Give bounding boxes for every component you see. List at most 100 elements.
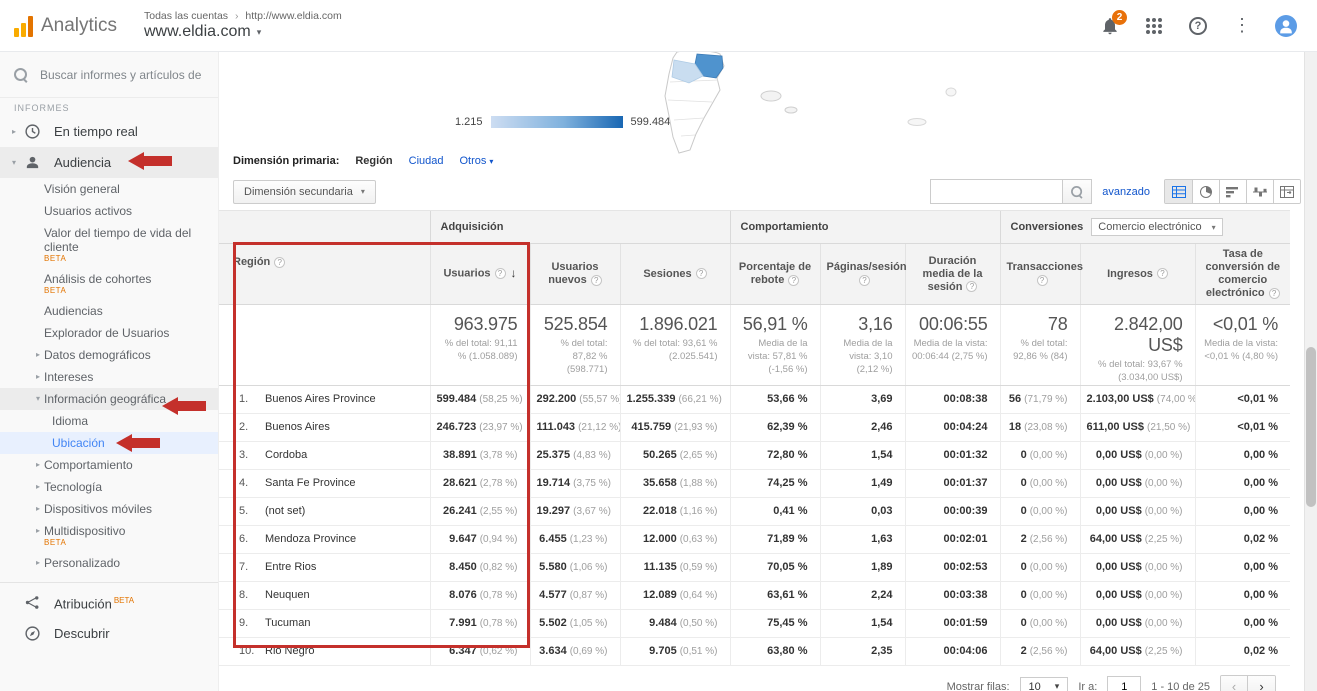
sidebar-item-atribucion[interactable]: AtribuciónBETA [0, 587, 218, 618]
region-link[interactable]: Tucuman [265, 617, 310, 629]
sidebar-item-explorador-usuarios[interactable]: Explorador de Usuarios [0, 322, 218, 344]
notifications-bell-icon[interactable]: 2 [1099, 15, 1121, 37]
help-icon[interactable]: ? [495, 268, 506, 279]
secondary-dimension-button[interactable]: Dimensión secundaria ▾ [233, 180, 376, 204]
column-header-porcentaje-rebote[interactable]: Porcentaje de rebote? [730, 244, 820, 305]
goto-page-input[interactable] [1107, 676, 1141, 691]
region-cell: 9.Tucuman [219, 609, 430, 637]
scrollbar-thumb[interactable] [1306, 347, 1316, 507]
column-header-duracion-media[interactable]: Duración media de la sesión? [905, 244, 1000, 305]
next-page-button[interactable]: › [1248, 676, 1275, 691]
sidebar-item-comportamiento[interactable]: ▸ Comportamiento [0, 454, 218, 476]
duracion-cell: 00:01:37 [905, 469, 1000, 497]
sidebar-item-audiencias[interactable]: Audiencias [0, 300, 218, 322]
help-icon[interactable]: ? [859, 275, 870, 286]
sidebar-search[interactable]: Buscar informes y artículos de [0, 52, 218, 98]
row-rank: 2. [239, 421, 265, 433]
metric-group-header-row: Adquisición Comportamiento Conversiones … [219, 211, 1290, 244]
sidebar-item-dispositivos-moviles[interactable]: ▸ Dispositivos móviles [0, 498, 218, 520]
apps-grid-icon[interactable] [1143, 15, 1165, 37]
help-icon[interactable]: ? [591, 275, 602, 286]
performance-view-icon[interactable] [1219, 180, 1246, 203]
report-search-button[interactable] [1062, 179, 1092, 204]
column-header-paginas-sesion[interactable]: Páginas/sesión? [820, 244, 905, 305]
region-link[interactable]: Santa Fe Province [265, 477, 356, 489]
sidebar-item-informacion-geografica[interactable]: ▾ Información geográfica [0, 388, 218, 410]
pivot-view-icon[interactable] [1273, 180, 1300, 203]
column-header-tasa-conversion[interactable]: Tasa de conversión de comercio electróni… [1195, 244, 1290, 305]
help-icon[interactable]: ? [1187, 15, 1209, 37]
region-link[interactable]: Buenos Aires Province [265, 393, 376, 405]
report-search-input[interactable] [930, 179, 1062, 204]
table-row: 1.Buenos Aires Province 599.484(58,25 %)… [219, 385, 1290, 413]
help-icon[interactable]: ? [1157, 268, 1168, 279]
breadcrumb-property[interactable]: http://www.eldia.com [245, 10, 341, 22]
rebote-cell: 63,80 % [730, 637, 820, 665]
sidebar-item-intereses[interactable]: ▸ Intereses [0, 366, 218, 388]
user-avatar[interactable] [1275, 15, 1297, 37]
region-cell: 8.Neuquen [219, 581, 430, 609]
sidebar-item-valor-tiempo-vida[interactable]: Valor del tiempo de vida del clienteBETA [0, 222, 218, 268]
region-link[interactable]: (not set) [265, 505, 305, 517]
column-header-usuarios-nuevos[interactable]: Usuarios nuevos? [530, 244, 620, 305]
sidebar-item-idioma[interactable]: Idioma [0, 410, 218, 432]
previous-page-button[interactable]: ‹ [1221, 676, 1248, 691]
column-header-usuarios[interactable]: Usuarios?↓ [430, 244, 530, 305]
rebote-cell: 62,39 % [730, 413, 820, 441]
conversion-type-dropdown[interactable]: Comercio electrónico ▾ [1091, 218, 1222, 236]
primary-dimension-row: Dimensión primaria: Región Ciudad Otros▾ [233, 155, 493, 167]
group-header-adquisicion: Adquisición [430, 211, 730, 244]
transacciones-cell: 56(71,79 %) [1000, 385, 1080, 413]
advanced-search-link[interactable]: avanzado [1102, 186, 1150, 198]
help-icon[interactable]: ? [1269, 288, 1280, 299]
column-header-ingresos[interactable]: Ingresos? [1080, 244, 1195, 305]
rows-per-page-select[interactable]: 10 ▾ [1020, 677, 1069, 691]
region-link[interactable]: Mendoza Province [265, 533, 356, 545]
region-link[interactable]: Cordoba [265, 449, 307, 461]
column-header-region[interactable]: Región? [219, 244, 430, 305]
sidebar-item-en-tiempo-real[interactable]: ▸ En tiempo real [0, 116, 218, 147]
dimension-other-tab[interactable]: Otros▾ [460, 155, 494, 167]
account-selector[interactable]: www.eldia.com ▾ [144, 23, 342, 41]
paginas-cell: 1,63 [820, 525, 905, 553]
percentage-view-icon[interactable] [1192, 180, 1219, 203]
clock-icon [24, 123, 42, 140]
help-icon[interactable]: ? [788, 275, 799, 286]
region-link[interactable]: Rio Negro [265, 645, 315, 657]
dimension-region-tab[interactable]: Región [355, 155, 392, 167]
show-rows-label: Mostrar filas: [947, 681, 1010, 691]
sidebar-item-vision-general[interactable]: Visión general [0, 178, 218, 200]
comparison-view-icon[interactable] [1246, 180, 1273, 203]
usuarios-nuevos-cell: 5.580(1,06 %) [530, 553, 620, 581]
sidebar-item-analisis-cohortes[interactable]: Análisis de cohortesBETA [0, 268, 218, 300]
row-rank: 5. [239, 505, 265, 517]
table-view-icon[interactable] [1165, 180, 1192, 203]
breadcrumb-all-accounts[interactable]: Todas las cuentas [144, 10, 228, 22]
sidebar-item-tecnologia[interactable]: ▸ Tecnología [0, 476, 218, 498]
help-icon[interactable]: ? [696, 268, 707, 279]
sesiones-cell: 9.705(0,51 %) [620, 637, 730, 665]
analytics-logo[interactable]: Analytics [0, 15, 130, 37]
vertical-scrollbar[interactable] [1304, 52, 1317, 691]
primary-dimension-label: Dimensión primaria: [233, 155, 339, 167]
column-header-sesiones[interactable]: Sesiones? [620, 244, 730, 305]
argentina-map[interactable] [619, 52, 999, 155]
sidebar-item-usuarios-activos[interactable]: Usuarios activos [0, 200, 218, 222]
help-icon[interactable]: ? [274, 257, 285, 268]
sidebar-item-personalizado[interactable]: ▸ Personalizado [0, 552, 218, 574]
sidebar-item-audiencia[interactable]: ▾ Audiencia [0, 147, 218, 178]
help-icon[interactable]: ? [966, 281, 977, 292]
dimension-city-tab[interactable]: Ciudad [409, 155, 444, 167]
region-link[interactable]: Neuquen [265, 589, 310, 601]
more-options-icon[interactable]: ⋮ [1231, 15, 1253, 37]
region-link[interactable]: Buenos Aires [265, 421, 330, 433]
sidebar-item-multidispositivo[interactable]: ▸ MultidispositivoBETA [0, 520, 218, 552]
sidebar-item-datos-demograficos[interactable]: ▸ Datos demográficos [0, 344, 218, 366]
column-header-transacciones[interactable]: Transacciones? [1000, 244, 1080, 305]
duracion-cell: 00:02:53 [905, 553, 1000, 581]
sidebar-item-descubrir[interactable]: Descubrir [0, 618, 218, 649]
help-icon[interactable]: ? [1037, 275, 1048, 286]
beta-badge: BETA [44, 254, 194, 264]
sidebar-item-ubicacion[interactable]: Ubicación [0, 432, 218, 454]
region-link[interactable]: Entre Rios [265, 561, 316, 573]
